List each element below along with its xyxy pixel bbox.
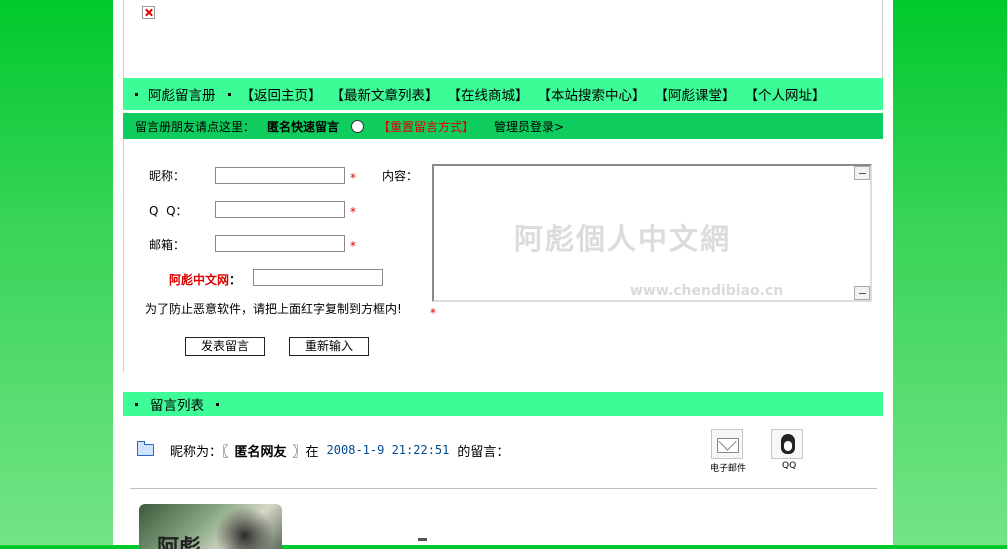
message-prefix: 昵称为：〖: [170, 444, 229, 460]
toolbar-hint: 留言册朋友请点这里：: [135, 119, 256, 134]
message-header: 昵称为：〖 匿名网友 〗在 2008-1-9 21:22:51 的留言：: [137, 440, 509, 460]
email-label: 邮箱：: [149, 238, 186, 252]
required-mark: *: [350, 205, 356, 219]
qq-label: Q Q：: [149, 204, 188, 218]
submit-button[interactable]: 发表留言: [185, 337, 265, 356]
anonymous-radio[interactable]: [351, 119, 365, 133]
watermark-url: www.chendibiao.cn: [630, 283, 784, 299]
bullet-icon: [227, 92, 231, 96]
antispam-note: 为了防止恶意软件，请把上面红字复制到方框内!: [145, 302, 402, 316]
avatar-text: 阿彪: [157, 535, 202, 549]
captcha-input[interactable]: [253, 269, 383, 286]
admin-login-link[interactable]: 管理员登录>: [494, 118, 564, 135]
divider: [130, 488, 877, 489]
stray-mark: [418, 538, 427, 541]
watermark-text: 阿彪個人中文網: [514, 222, 732, 256]
bullet-icon: [135, 402, 138, 406]
nickname-input[interactable]: [215, 167, 345, 184]
avatar-shade: [217, 504, 272, 549]
bullet-icon: [135, 92, 138, 96]
broken-image-icon: [142, 6, 155, 19]
nav-link-search-center[interactable]: 【本站搜索中心】: [538, 84, 646, 104]
content-label: 内容：: [382, 169, 419, 183]
message-list-header: 留言列表: [123, 392, 883, 416]
avatar: 阿彪: [139, 504, 282, 549]
captcha-text: 阿彪中文网: [169, 273, 230, 287]
banner-area: [123, 0, 883, 78]
guestbook-toolbar: 留言册朋友请点这里： 匿名快速留言 【重置留言方式】 管理员登录>: [123, 113, 883, 139]
email-button[interactable]: [711, 429, 743, 459]
penguin-icon: [781, 434, 795, 454]
nickname-label: 昵称：: [149, 169, 186, 183]
nav-link-latest-articles[interactable]: 【最新文章列表】: [331, 84, 439, 104]
message-suffix: 〗在: [292, 444, 319, 460]
folder-icon: [137, 441, 154, 456]
qq-icon-label: QQ: [782, 461, 797, 471]
reset-mode-link[interactable]: 【重置留言方式】: [378, 118, 474, 135]
required-mark: *: [350, 171, 356, 185]
anonymous-label: 匿名快速留言: [267, 119, 340, 134]
message-author: 匿名网友: [234, 444, 287, 460]
captcha-label: 阿彪中文网：: [169, 271, 241, 288]
nav-title: 阿彪留言册: [148, 88, 216, 104]
message-form: 昵称： * Q Q： * 邮箱： * 阿彪中文网： 为了防止恶意软件，请把上面红…: [123, 140, 883, 372]
captcha-colon: ：: [229, 273, 242, 287]
list-title: 留言列表: [150, 398, 204, 414]
nav-link-home[interactable]: 【返回主页】: [241, 84, 322, 104]
nav-link-online-store[interactable]: 【在线商城】: [448, 84, 529, 104]
qq-button[interactable]: [771, 429, 803, 459]
scroll-up-button[interactable]: [854, 166, 870, 180]
nav-link-classroom[interactable]: 【阿彪课堂】: [655, 84, 736, 104]
scroll-down-button[interactable]: [854, 286, 870, 300]
reset-button[interactable]: 重新输入: [289, 337, 369, 356]
message-end: 的留言：: [457, 444, 510, 460]
required-mark: *: [350, 239, 356, 253]
email-input[interactable]: [215, 235, 345, 252]
message-date: 2008-1-9 21:22:51: [326, 443, 450, 457]
qq-input[interactable]: [215, 201, 345, 218]
email-icon-label: 电子邮件: [710, 464, 747, 474]
nav-bar: 阿彪留言册 【返回主页】 【最新文章列表】 【在线商城】 【本站搜索中心】 【阿…: [123, 78, 883, 110]
nav-link-personal-url[interactable]: 【个人网址】: [745, 84, 826, 104]
bullet-icon: [216, 402, 219, 406]
envelope-icon: [717, 438, 739, 453]
content-textarea[interactable]: 阿彪個人中文網 www.chendibiao.cn: [432, 164, 872, 302]
required-mark: *: [430, 306, 436, 320]
page-container: 阿彪留言册 【返回主页】 【最新文章列表】 【在线商城】 【本站搜索中心】 【阿…: [113, 0, 893, 549]
